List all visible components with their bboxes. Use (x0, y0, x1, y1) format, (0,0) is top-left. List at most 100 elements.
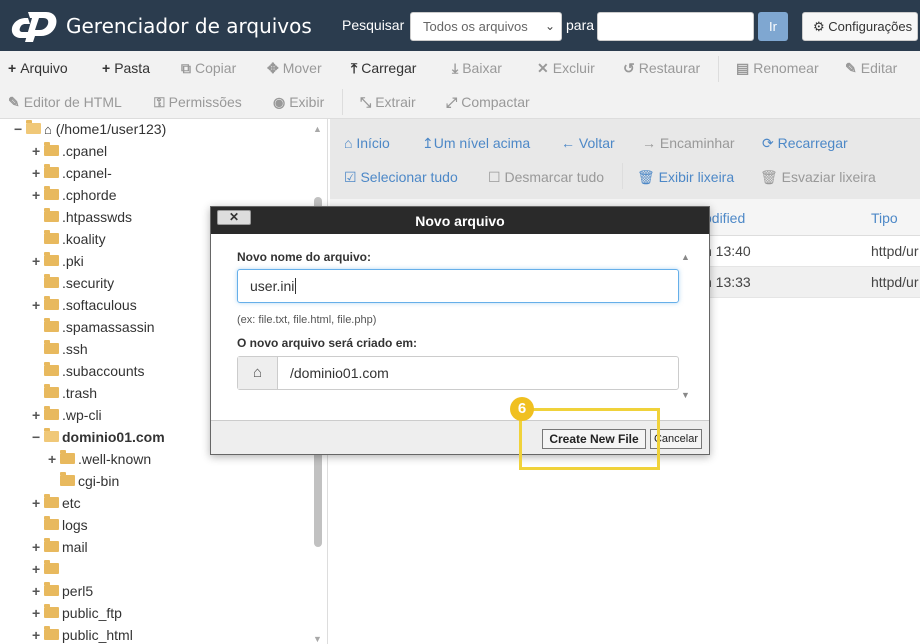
expand-icon[interactable]: + (32, 624, 44, 644)
trash-icon: 🗑 (760, 169, 778, 185)
home-button[interactable]: ⌂ Início (344, 135, 390, 151)
rename-button[interactable]: ▤ Renomear (736, 60, 819, 77)
scroll-up-arrow-icon[interactable]: ▲ (681, 252, 690, 262)
upload-button[interactable]: ⤒ Carregar (351, 60, 416, 77)
tree-item[interactable]: + .softaculous (32, 294, 137, 316)
extract-button[interactable]: ⤡ Extrair (360, 94, 416, 111)
tree-item[interactable]: + .pki (32, 250, 84, 272)
file-name-input[interactable]: user.ini (237, 269, 679, 303)
expand-icon[interactable]: + (32, 536, 44, 558)
download-button[interactable]: ⤓ Baixar (452, 60, 502, 77)
delete-label: Excluir (552, 60, 595, 76)
search-scope-select[interactable]: Todos os arquivos ⌄ (410, 12, 562, 41)
compress-label: Compactar (461, 94, 530, 110)
tree-item[interactable]: cgi-bin (48, 470, 119, 492)
tree-item[interactable]: .spamassassin (32, 316, 155, 338)
expand-icon[interactable]: + (32, 558, 44, 580)
tree-item[interactable]: .ssh (32, 338, 88, 360)
delete-button[interactable]: ✕ Excluir (537, 60, 595, 77)
expand-icon[interactable]: + (48, 448, 60, 470)
tree-item[interactable]: .koality (32, 228, 106, 250)
new-folder-button[interactable]: + Pasta (102, 60, 150, 76)
folder-icon (44, 142, 59, 157)
tree-item[interactable]: + .cpanel (32, 140, 107, 162)
select-all-button[interactable]: ☑ Selecionar tudo (344, 169, 458, 186)
permissions-button[interactable]: ⚿ Permissões (154, 94, 242, 111)
scroll-down-arrow-icon[interactable]: ▼ (313, 634, 322, 644)
tree-item[interactable]: .trash (32, 382, 97, 404)
tree-item[interactable]: + .well-known (48, 448, 151, 470)
scroll-up-arrow-icon[interactable]: ▲ (313, 124, 322, 134)
cell-modified: n 13:40 (704, 243, 751, 259)
up-one-level-button[interactable]: ↥Um nível acima (422, 135, 530, 152)
upload-icon: ⤒ (351, 60, 358, 76)
plus-icon: + (102, 60, 111, 76)
tree-item[interactable]: + .wp-cli (32, 404, 102, 426)
tree-item[interactable]: + etc (32, 492, 81, 514)
reload-button[interactable]: ⟳ Recarregar (762, 135, 848, 152)
expand-icon[interactable]: + (32, 294, 44, 316)
restore-icon: ↺ (623, 60, 635, 76)
move-button[interactable]: ✥ Mover (267, 60, 322, 77)
tree-item[interactable]: .htpasswds (32, 206, 132, 228)
dialog-titlebar[interactable]: ✕ Novo arquivo (211, 207, 709, 234)
scroll-down-arrow-icon[interactable]: ▼ (681, 390, 690, 400)
go-button[interactable]: Ir (758, 12, 788, 41)
expand-icon[interactable]: + (32, 580, 44, 602)
step-number-badge: 6 (510, 397, 534, 421)
edit-button[interactable]: ✎ Editar (845, 60, 897, 77)
tree-item[interactable]: + public_html (32, 624, 133, 644)
expand-icon[interactable]: + (32, 404, 44, 426)
file-name-hint: (ex: file.txt, file.html, file.php) (237, 314, 377, 326)
select-all-label: Selecionar tudo (360, 169, 458, 185)
restore-button[interactable]: ↺ Restaurar (623, 60, 700, 77)
tree-item[interactable]: − dominio01.com (32, 426, 165, 448)
home-icon: ⌂ (44, 122, 52, 137)
collapse-icon[interactable]: − (32, 426, 44, 448)
cpanel-logo-icon[interactable] (8, 8, 62, 44)
checkbox-checked-icon: ☑ (344, 169, 357, 185)
tree-item[interactable]: .subaccounts (32, 360, 145, 382)
search-input[interactable] (597, 12, 754, 41)
tree-item[interactable]: + .cphorde (32, 184, 116, 206)
expand-icon[interactable]: + (32, 602, 44, 624)
back-button[interactable]: ← Voltar (561, 135, 615, 151)
settings-button[interactable]: ⚙ Configurações (802, 12, 918, 41)
new-file-button[interactable]: + Arquivo (8, 60, 68, 76)
html-editor-button[interactable]: ✎ Editor de HTML (8, 94, 122, 111)
pencil-icon: ✎ (845, 60, 857, 76)
tree-item[interactable]: + mail (32, 536, 88, 558)
column-header-modified[interactable]: odified (704, 210, 745, 226)
tree-item[interactable]: .security (32, 272, 114, 294)
expand-icon[interactable]: + (32, 162, 44, 184)
tree-item-label: .pki (62, 253, 84, 269)
view-button[interactable]: ◉ Exibir (273, 94, 324, 111)
empty-trash-button[interactable]: 🗑 Esvaziar lixeira (760, 169, 876, 186)
folder-icon (44, 604, 59, 619)
restore-label: Restaurar (638, 60, 701, 76)
path-field[interactable]: ⌂ /dominio01.com (237, 356, 679, 390)
tree-item-label: .trash (62, 385, 98, 401)
move-icon: ✥ (267, 60, 279, 76)
tree-item[interactable]: + (32, 558, 62, 580)
deselect-all-button[interactable]: ☐ Desmarcar tudo (488, 169, 604, 186)
forward-button[interactable]: → Encaminhar (642, 135, 735, 151)
cell-modified: n 13:33 (704, 274, 751, 290)
collapse-icon[interactable]: − (14, 119, 26, 140)
tree-root[interactable]: − ⌂ (/home1/user123) (14, 119, 166, 140)
tree-item-label: .well-known (78, 451, 152, 467)
nav-divider (622, 163, 623, 189)
tree-item[interactable]: + perl5 (32, 580, 93, 602)
expand-icon[interactable]: + (32, 184, 44, 206)
copy-button[interactable]: ⧉ Copiar (181, 60, 236, 77)
expand-icon[interactable]: + (32, 492, 44, 514)
expand-icon[interactable]: + (32, 250, 44, 272)
expand-icon[interactable]: + (32, 140, 44, 162)
show-trash-button[interactable]: 🗑 Exibir lixeira (637, 169, 734, 186)
tree-item[interactable]: + public_ftp (32, 602, 122, 624)
tree-item[interactable]: logs (32, 514, 88, 536)
compress-button[interactable]: ⤢ Compactar (446, 94, 530, 111)
tree-item[interactable]: + .cpanel- (32, 162, 112, 184)
text-cursor (295, 278, 297, 294)
column-header-type[interactable]: Tipo (871, 210, 898, 226)
